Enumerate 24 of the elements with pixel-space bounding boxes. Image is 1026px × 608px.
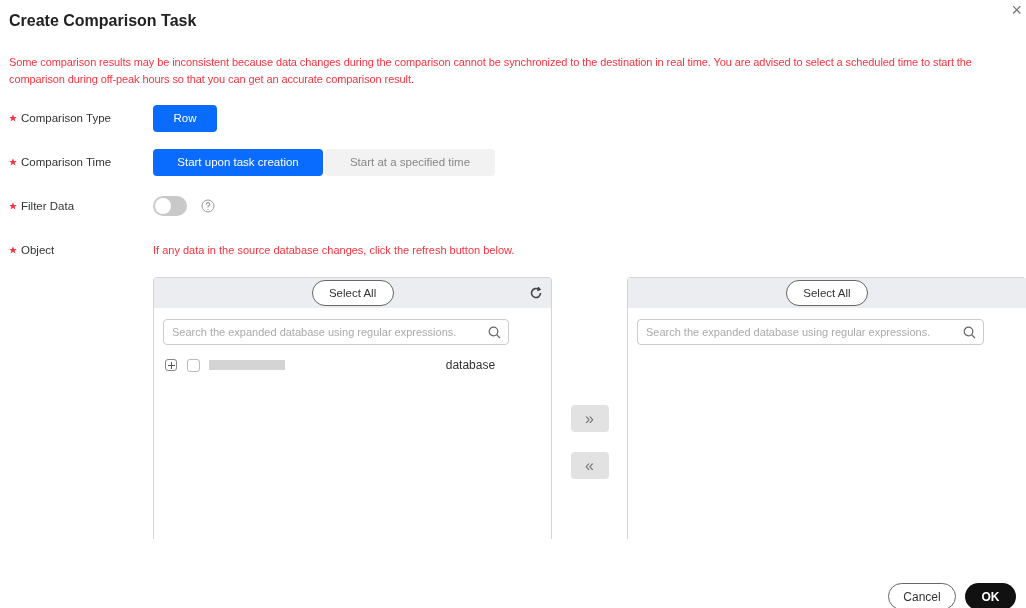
field-label: Filter Data (21, 200, 75, 212)
checkbox[interactable] (187, 358, 200, 372)
refresh-icon[interactable] (529, 286, 544, 300)
search-field[interactable]: Search the expanded database using regular expressions. (636, 319, 984, 345)
type-option[interactable]: Row (153, 104, 217, 132)
warning-text: Some comparison results may be inconsistent because data changes during the comparison cannot be synchronized to the destination in real time. You are advised to select a scheduled time to start the comparison during off-peak hours so that you can get an accurate comparison result. (9, 55, 973, 87)
cancel-button[interactable]: Cancel (888, 583, 956, 608)
time-option[interactable]: Start upon task creation (153, 148, 323, 176)
toggle-switch[interactable] (153, 196, 187, 216)
select-all-button[interactable]: Select All (311, 280, 394, 306)
field-label: Comparison Time (21, 156, 112, 168)
search-icon[interactable] (488, 326, 502, 339)
select-all-button[interactable]: Select All (785, 280, 868, 306)
object-hint: If any data in the source database changes, click the refresh button below. (153, 244, 515, 256)
search-icon[interactable] (963, 326, 976, 339)
close-button[interactable]: × (1011, 0, 1022, 20)
dialog-title: Create Comparison Task (9, 12, 197, 30)
expand-icon[interactable] (165, 359, 177, 371)
ok-button[interactable]: OK (965, 583, 1016, 608)
field-label: Comparison Type (21, 112, 111, 124)
search-field[interactable]: Search the expanded database using regular expressions. (163, 319, 510, 345)
field-label: Object (21, 244, 55, 256)
time-option[interactable]: Start at a specified time (325, 148, 495, 176)
item-type: database (445, 358, 496, 372)
